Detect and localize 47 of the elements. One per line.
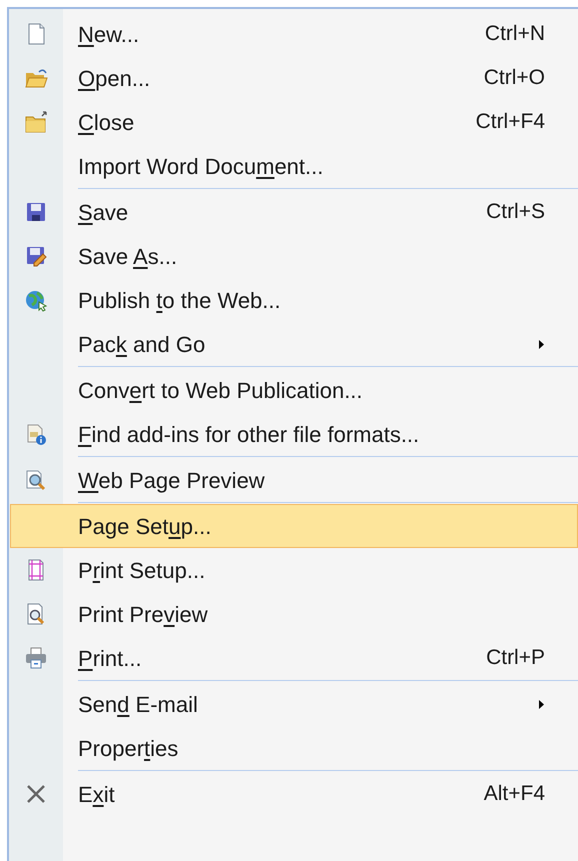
menu-item-label: Print Setup... (78, 556, 206, 585)
menu-item-label: Close (78, 108, 134, 136)
menu-item[interactable]: Save Ctrl+S (10, 190, 578, 234)
menu-item[interactable]: Pack and Go (10, 322, 578, 366)
menu-item[interactable]: Convert to Web Publication... (10, 368, 578, 412)
menu-item-label: Save (78, 198, 128, 226)
menu-item-label: Save As... (78, 242, 178, 270)
menu-item[interactable]: Properties (10, 726, 578, 770)
menu-item-label: New... (78, 20, 140, 48)
menu-item[interactable]: Save As... (10, 234, 578, 278)
menu-item-label: Publish to the Web... (78, 286, 281, 314)
menu-item-label: Pack and Go (78, 330, 206, 358)
shortcut-label: Ctrl+P (486, 645, 545, 672)
menu-item[interactable]: Close Ctrl+F4 (10, 100, 578, 144)
menu-item[interactable]: Page Setup... (10, 504, 578, 548)
menu-item-label: Import Word Document... (78, 152, 324, 181)
menu-item-label: Exit (78, 780, 115, 808)
menu-item-label: Convert to Web Publication... (78, 376, 363, 404)
menu-item-label: Print Preview (78, 600, 208, 628)
globe-icon (24, 288, 48, 312)
shortcut-label: Alt+F4 (484, 781, 545, 808)
menu-item[interactable]: Publish to the Web... (10, 278, 578, 322)
menu-item[interactable]: Exit Alt+F4 (10, 772, 578, 816)
menu-item-label: Print... (78, 644, 142, 672)
folder-icon (24, 110, 48, 134)
menu-item-label: Page Setup... (78, 512, 212, 541)
menu-item-label: Web Page Preview (78, 466, 265, 495)
menu-item-label: Send E-mail (78, 690, 198, 718)
menu-item[interactable]: Web Page Preview (10, 458, 578, 502)
printer-icon (24, 646, 48, 670)
menu-item[interactable]: Find add-ins for other file formats... (10, 412, 578, 456)
shortcut-label: Ctrl+F4 (476, 109, 545, 136)
menu-item[interactable]: Open... Ctrl+O (10, 56, 578, 100)
magnifier-page-icon (24, 468, 48, 492)
shortcut-label: Ctrl+O (484, 65, 545, 92)
floppy-disk-pencil-icon (24, 244, 48, 268)
shortcut-label: Ctrl+S (486, 199, 545, 226)
menu-item-label: Open... (78, 64, 150, 93)
menu-item[interactable]: Import Word Document... (10, 144, 578, 188)
menu-item[interactable]: New... Ctrl+N (10, 12, 578, 56)
menu-item[interactable]: Print Preview (10, 592, 578, 636)
menu-item-label: Properties (78, 734, 178, 763)
menu-item-label: Find add-ins for other file formats... (78, 420, 420, 448)
menu-item[interactable]: Send E-mail (10, 682, 578, 726)
menu-item[interactable]: Print Setup... (10, 548, 578, 592)
shortcut-label: Ctrl+N (484, 21, 545, 48)
menu-item[interactable]: Print... Ctrl+P (10, 636, 578, 680)
